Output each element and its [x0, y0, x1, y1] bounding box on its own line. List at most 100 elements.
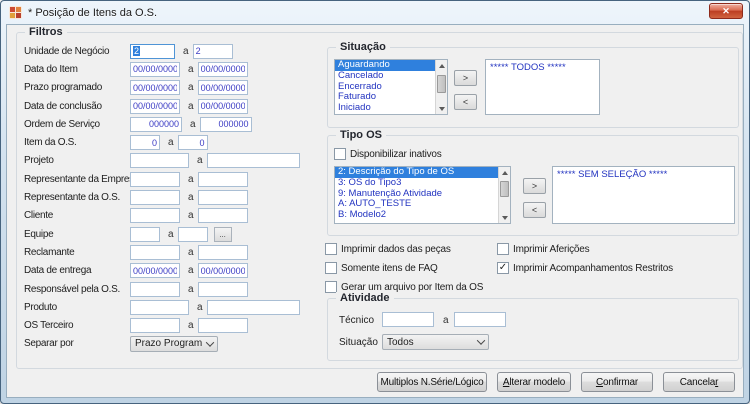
imprimir-dados-pecas-checkbox-row: Imprimir dados das peças — [325, 243, 451, 255]
cancelar-button[interactable]: Cancelar — [663, 372, 735, 392]
range-separator: a — [188, 247, 194, 258]
projeto-from-input[interactable] — [130, 153, 189, 168]
range-separator: a — [188, 174, 194, 185]
data-item-from-input[interactable] — [130, 62, 180, 77]
ordem-to-input[interactable] — [200, 117, 252, 132]
list-item[interactable]: B: Modelo2 — [335, 210, 510, 221]
produto-from-input[interactable] — [130, 300, 189, 315]
checkbox-unchecked[interactable] — [325, 262, 337, 274]
os-terceiro-from-input[interactable] — [130, 318, 180, 333]
responsavel-from-input[interactable] — [130, 282, 180, 297]
ordem-from-input[interactable] — [130, 117, 182, 132]
row-data-de-conclusao: Data de conclusão a — [24, 97, 320, 115]
scroll-down-icon[interactable] — [436, 103, 447, 114]
somente-itens-faq-checkbox-row: Somente itens de FAQ — [325, 262, 438, 274]
list-item[interactable]: 3: OS do Tipo3 — [335, 178, 510, 189]
field-label: Prazo programado — [24, 82, 130, 93]
responsavel-to-input[interactable] — [198, 282, 248, 297]
row-produto: Produto a — [24, 298, 320, 316]
row-representante-empresa: Representante da Empresa a — [24, 170, 320, 188]
equipe-to-input[interactable] — [178, 227, 208, 242]
prazo-to-input[interactable] — [198, 80, 248, 95]
data-item-to-input[interactable] — [198, 62, 248, 77]
range-separator: a — [190, 119, 196, 130]
footer-button-bar: Multiplos N.Série/Lógico Alterar modelo … — [377, 372, 735, 392]
checkbox-unchecked[interactable] — [497, 243, 509, 255]
close-button[interactable]: ✕ — [709, 3, 743, 19]
checkbox-checked[interactable]: ✓ — [497, 262, 509, 274]
entrega-from-input[interactable] — [130, 263, 180, 278]
left-filter-column: Unidade de Negócio 2 a Data do Item a Pr… — [24, 42, 320, 353]
imprimir-afericoes-checkbox-row: Imprimir Aferições — [497, 243, 589, 255]
row-unidade-de-negocio: Unidade de Negócio 2 a — [24, 42, 320, 60]
checkbox-unchecked[interactable] — [325, 243, 337, 255]
row-data-do-item: Data do Item a — [24, 60, 320, 78]
row-representante-os: Representante da O.S. a — [24, 188, 320, 206]
situacao-move-right-button[interactable]: > — [454, 70, 477, 86]
entrega-to-input[interactable] — [198, 263, 248, 278]
rep-os-to-input[interactable] — [198, 190, 248, 205]
os-terceiro-to-input[interactable] — [198, 318, 248, 333]
checkbox-unchecked[interactable] — [334, 148, 346, 160]
title-bar[interactable]: * Posição de Itens da O.S. ✕ — [1, 1, 749, 24]
item-os-from-input[interactable] — [130, 135, 160, 150]
tipo-os-selection-summary: ***** SEM SELEÇÃO ***** — [553, 167, 734, 182]
list-item[interactable]: Cancelado — [335, 71, 447, 82]
scrollbar[interactable] — [435, 60, 447, 114]
scroll-thumb[interactable] — [500, 181, 509, 197]
atividade-situacao-select[interactable]: Todos — [382, 334, 489, 350]
situacao-move-left-button[interactable]: < — [454, 94, 477, 110]
scrollbar[interactable] — [498, 167, 510, 223]
range-separator: a — [443, 315, 449, 326]
item-os-to-input[interactable] — [178, 135, 208, 150]
tipo-os-move-left-button[interactable]: < — [523, 202, 546, 218]
separar-por-select[interactable]: Prazo Programado — [130, 336, 218, 352]
rep-os-from-input[interactable] — [130, 190, 180, 205]
cliente-to-input[interactable] — [198, 208, 248, 223]
scroll-up-icon[interactable] — [436, 60, 447, 71]
row-os-terceiro: OS Terceiro a — [24, 316, 320, 334]
range-separator: a — [188, 210, 194, 221]
situacao-available-list[interactable]: Aguardando Cancelado Encerrado Faturado … — [334, 59, 448, 115]
tipo-os-available-list[interactable]: 2: Descrição do Tipo de OS 3: OS do Tipo… — [334, 166, 511, 224]
scroll-up-icon[interactable] — [499, 167, 510, 178]
unidade-from-input[interactable]: 2 — [130, 44, 175, 59]
reclamante-to-input[interactable] — [198, 245, 248, 260]
cliente-from-input[interactable] — [130, 208, 180, 223]
unidade-to-input[interactable] — [193, 44, 233, 59]
rep-empresa-from-input[interactable] — [130, 172, 180, 187]
tipo-os-move-right-button[interactable]: > — [523, 178, 546, 194]
tipo-os-selected-list[interactable]: ***** SEM SELEÇÃO ***** — [552, 166, 735, 224]
equipe-from-input[interactable] — [130, 227, 160, 242]
row-ordem-de-servico: Ordem de Serviço a — [24, 115, 320, 133]
app-icon — [9, 6, 22, 19]
tecnico-label: Técnico — [339, 315, 374, 326]
field-label: Responsável pela O.S. — [24, 284, 130, 295]
situacao-selected-list[interactable]: ***** TODOS ***** — [485, 59, 600, 115]
range-separator: a — [188, 101, 194, 112]
tipo-os-group-title: Tipo OS — [336, 129, 386, 141]
tecnico-from-input[interactable] — [382, 312, 434, 327]
alterar-modelo-button[interactable]: Alterar modelo — [497, 372, 571, 392]
rep-empresa-to-input[interactable] — [198, 172, 248, 187]
field-label: Unidade de Negócio — [24, 46, 130, 57]
field-label: Reclamante — [24, 247, 130, 258]
list-item[interactable]: Iniciado — [335, 103, 447, 114]
situacao-selection-summary: ***** TODOS ***** — [486, 60, 599, 75]
reclamante-from-input[interactable] — [130, 245, 180, 260]
row-prazo-programado: Prazo programado a — [24, 79, 320, 97]
tecnico-to-input[interactable] — [454, 312, 506, 327]
scroll-thumb[interactable] — [437, 75, 446, 93]
range-separator: a — [188, 265, 194, 276]
equipe-browse-button[interactable]: ... — [214, 227, 232, 242]
range-separator: a — [197, 155, 203, 166]
field-label: Item da O.S. — [24, 137, 130, 148]
scroll-down-icon[interactable] — [499, 212, 510, 223]
projeto-to-input[interactable] — [207, 153, 300, 168]
multiplos-serie-logico-button[interactable]: Multiplos N.Série/Lógico — [377, 372, 487, 392]
produto-to-input[interactable] — [207, 300, 300, 315]
conclusao-to-input[interactable] — [198, 99, 248, 114]
conclusao-from-input[interactable] — [130, 99, 180, 114]
confirmar-button[interactable]: Confirmar — [581, 372, 653, 392]
prazo-from-input[interactable] — [130, 80, 180, 95]
